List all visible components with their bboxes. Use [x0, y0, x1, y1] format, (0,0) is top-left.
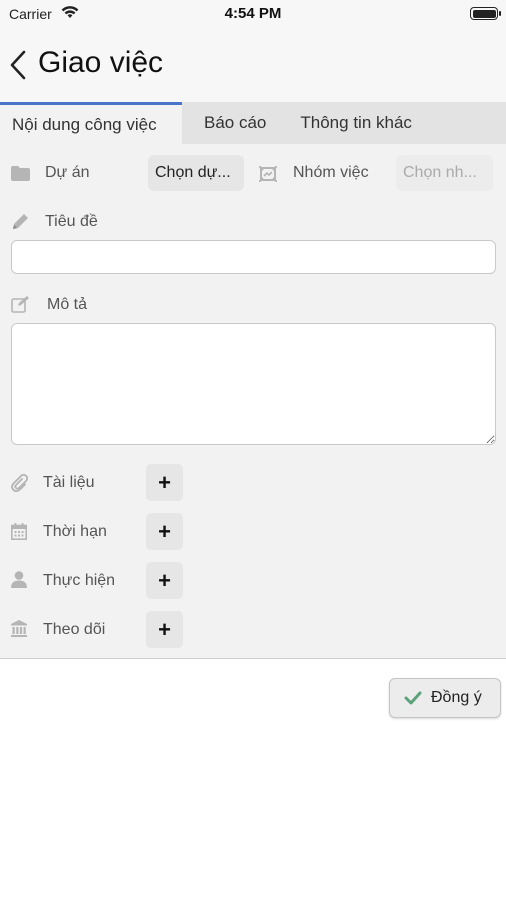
tab-report[interactable]: Báo cáo — [192, 102, 278, 144]
description-textarea[interactable] — [11, 323, 496, 445]
title-input[interactable] — [11, 240, 496, 274]
tab-bar: Nội dung công việc Báo cáo Thông tin khá… — [0, 102, 506, 144]
page-title: Giao việc — [38, 46, 164, 79]
choose-project-button[interactable]: Chọn dự... — [148, 155, 244, 191]
title-label: Tiêu đề — [45, 213, 98, 230]
back-chevron-icon[interactable] — [6, 48, 32, 82]
assignee-label: Thực hiện — [43, 572, 116, 589]
choose-task-group-button[interactable]: Chọn nh... — [396, 155, 493, 191]
calendar-icon — [11, 523, 27, 540]
user-icon — [11, 571, 27, 588]
paperclip-icon — [11, 474, 28, 492]
project-label: Dự án — [45, 164, 90, 181]
task-form: Dự án Chọn dự... Nhóm việc Chọn nh... Ti… — [0, 144, 506, 659]
institution-icon — [11, 620, 27, 637]
add-follower-button[interactable]: + — [146, 611, 183, 648]
add-attachment-button[interactable]: + — [146, 464, 183, 501]
edit-icon — [11, 296, 29, 313]
followers-label: Theo dõi — [43, 621, 106, 638]
confirm-button[interactable]: Đồng ý — [389, 678, 501, 718]
status-bar: Carrier 4:54 PM — [0, 0, 506, 28]
pencil-icon — [13, 214, 28, 229]
folder-icon — [11, 166, 30, 181]
add-assignee-button[interactable]: + — [146, 562, 183, 599]
tab-task-content[interactable]: Nội dung công việc — [0, 102, 182, 144]
clock: 4:54 PM — [224, 5, 282, 22]
tab-other-info[interactable]: Thông tin khác — [288, 102, 424, 144]
battery-icon — [470, 7, 501, 20]
description-label: Mô tả — [47, 296, 88, 313]
attachments-label: Tài liệu — [43, 474, 95, 491]
task-group-label: Nhóm việc — [293, 164, 369, 181]
add-deadline-button[interactable]: + — [146, 513, 183, 550]
confirm-button-label: Đồng ý — [431, 689, 482, 706]
checkmark-icon — [404, 691, 422, 705]
deadline-label: Thời hạn — [43, 523, 107, 540]
nav-bar: Giao việc — [0, 28, 506, 102]
task-group-icon — [259, 166, 277, 182]
